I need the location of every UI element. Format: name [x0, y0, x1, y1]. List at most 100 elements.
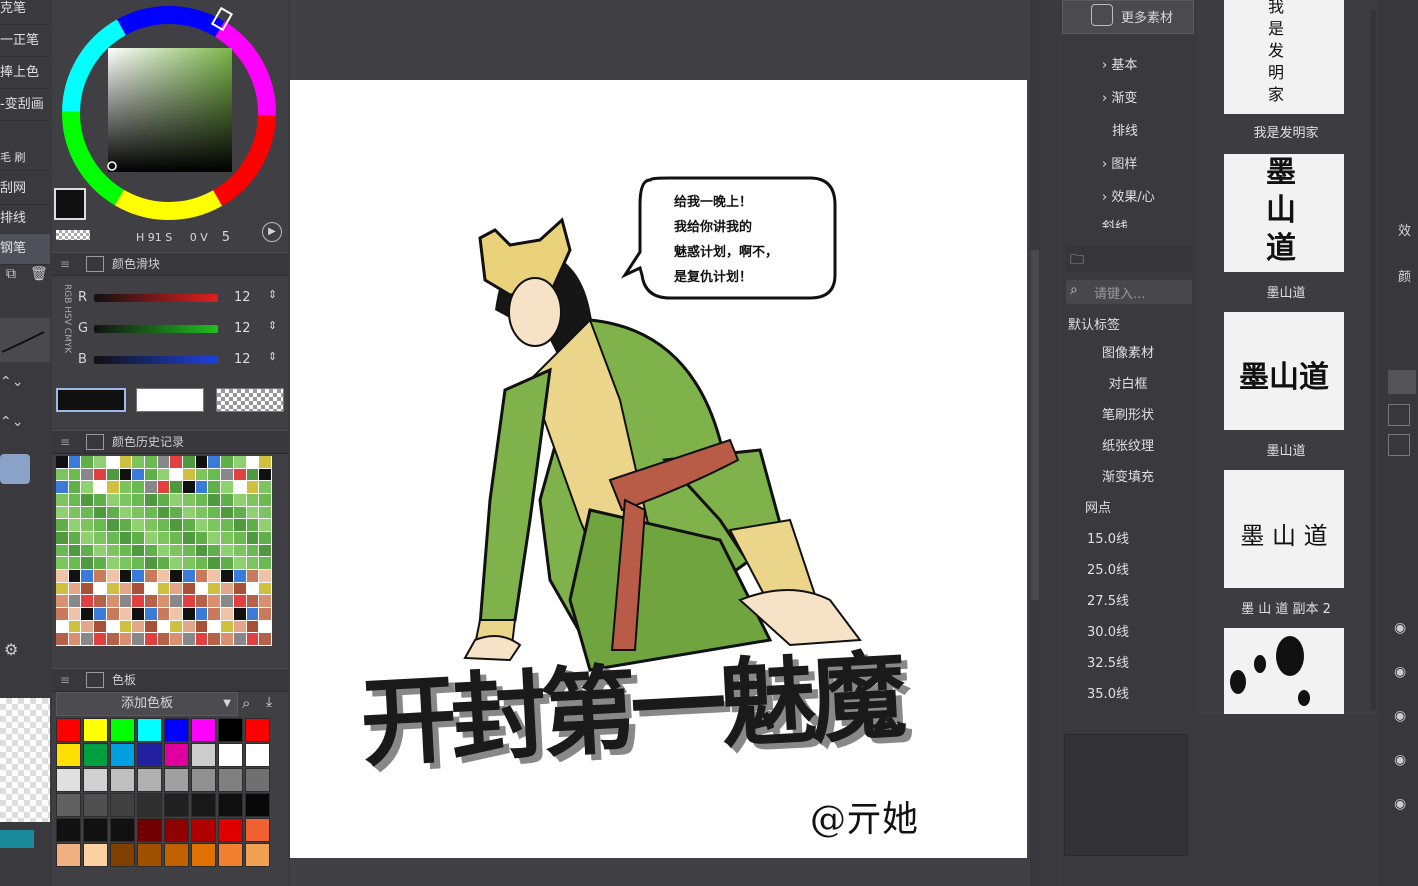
history-swatch[interactable] — [68, 456, 81, 468]
history-swatch[interactable] — [221, 570, 233, 582]
history-swatch[interactable] — [144, 544, 157, 557]
tool-item-0[interactable]: 克笔 — [0, 0, 50, 25]
sub-color-bar[interactable] — [136, 388, 204, 412]
history-swatch[interactable] — [221, 519, 233, 531]
history-swatch[interactable] — [157, 544, 170, 557]
history-swatch[interactable] — [68, 519, 81, 531]
history-swatch[interactable] — [170, 582, 183, 595]
brush-tip-preview[interactable] — [0, 454, 30, 484]
palette-swatch[interactable] — [110, 743, 135, 767]
thumbnail-3[interactable]: 墨 山 道 — [1224, 470, 1344, 588]
history-swatch[interactable] — [119, 570, 132, 582]
palette-swatch[interactable] — [83, 843, 108, 867]
history-swatch[interactable] — [170, 506, 183, 519]
palette-swatch[interactable] — [56, 743, 81, 767]
history-swatch[interactable] — [119, 519, 132, 531]
history-swatch[interactable] — [56, 582, 68, 595]
g-value[interactable]: 12 — [234, 321, 251, 336]
tree-item-5[interactable]: 斜线 — [1102, 214, 1128, 228]
history-swatch[interactable] — [195, 608, 208, 620]
history-swatch[interactable] — [144, 494, 157, 506]
history-swatch[interactable] — [221, 494, 233, 506]
history-swatch[interactable] — [183, 608, 195, 620]
history-swatch[interactable] — [221, 595, 233, 607]
history-swatch[interactable] — [170, 456, 183, 468]
history-swatch[interactable] — [81, 494, 94, 506]
palette-swatch[interactable] — [56, 818, 81, 842]
far-right-button[interactable] — [1388, 370, 1416, 394]
history-swatch[interactable] — [132, 608, 144, 620]
history-swatch[interactable] — [94, 519, 106, 531]
history-swatch[interactable] — [208, 456, 221, 468]
history-swatch[interactable] — [208, 519, 221, 531]
history-swatch[interactable] — [246, 468, 259, 481]
history-swatch[interactable] — [259, 506, 271, 519]
history-swatch[interactable] — [183, 544, 195, 557]
canvas-scroll-thumb[interactable] — [1031, 250, 1039, 600]
search-palette-icon[interactable]: ⌕ — [242, 694, 250, 712]
history-swatch[interactable] — [246, 620, 259, 633]
history-swatch[interactable] — [195, 620, 208, 633]
main-color-bar[interactable] — [56, 388, 126, 412]
thumbnail-2[interactable]: 墨山道 — [1224, 312, 1344, 430]
more-materials-button[interactable]: 更多素材 — [1062, 0, 1194, 34]
history-swatch[interactable] — [183, 557, 195, 569]
history-swatch[interactable] — [81, 570, 94, 582]
history-swatch[interactable] — [246, 557, 259, 569]
eye-icon[interactable]: ◉ — [1394, 708, 1406, 724]
history-swatch[interactable] — [132, 532, 144, 544]
history-swatch[interactable] — [144, 620, 157, 633]
palette-swatch[interactable] — [83, 818, 108, 842]
history-swatch[interactable] — [144, 557, 157, 569]
palette-swatch[interactable] — [164, 718, 189, 742]
palette-swatch[interactable] — [137, 768, 162, 792]
history-swatch[interactable] — [246, 544, 259, 557]
palette-swatch[interactable] — [56, 718, 81, 742]
history-swatch[interactable] — [208, 582, 221, 595]
history-swatch[interactable] — [56, 570, 68, 582]
history-swatch[interactable] — [106, 506, 119, 519]
history-swatch[interactable] — [246, 608, 259, 620]
history-swatch[interactable] — [81, 468, 94, 481]
history-swatch[interactable] — [246, 456, 259, 468]
history-swatch[interactable] — [195, 557, 208, 569]
history-swatch[interactable] — [221, 481, 233, 493]
history-swatch[interactable] — [208, 481, 221, 493]
history-swatch[interactable] — [259, 544, 271, 557]
palette-grid[interactable] — [56, 718, 272, 868]
palette-swatch[interactable] — [83, 768, 108, 792]
history-swatch[interactable] — [132, 544, 144, 557]
history-swatch[interactable] — [183, 519, 195, 531]
history-swatch[interactable] — [68, 532, 81, 544]
color-history-grid[interactable] — [56, 456, 272, 646]
menu-icon[interactable]: ≡ — [60, 253, 70, 275]
history-swatch[interactable] — [68, 595, 81, 607]
color-wheel[interactable] — [56, 0, 282, 226]
tool-item-1[interactable]: 一正笔 — [0, 26, 50, 57]
history-swatch[interactable] — [195, 595, 208, 607]
history-swatch[interactable] — [68, 481, 81, 493]
history-swatch[interactable] — [144, 456, 157, 468]
palette-swatch[interactable] — [218, 818, 243, 842]
history-swatch[interactable] — [246, 532, 259, 544]
history-swatch[interactable] — [94, 570, 106, 582]
tree-item-4[interactable]: › 效果/心 — [1102, 184, 1155, 212]
r-slider[interactable] — [94, 294, 218, 302]
tag-item[interactable]: 纸张纹理 — [1068, 433, 1188, 461]
history-swatch[interactable] — [259, 557, 271, 569]
history-swatch[interactable] — [157, 468, 170, 481]
history-swatch[interactable] — [94, 506, 106, 519]
eye-icon[interactable]: ◉ — [1394, 796, 1406, 812]
history-swatch[interactable] — [259, 633, 271, 645]
tag-item[interactable]: 图像素材 — [1068, 340, 1188, 368]
history-swatch[interactable] — [68, 608, 81, 620]
palette-swatch[interactable] — [83, 793, 108, 817]
history-swatch[interactable] — [246, 633, 259, 645]
history-swatch[interactable] — [81, 456, 94, 468]
history-swatch[interactable] — [132, 582, 144, 595]
history-swatch[interactable] — [183, 620, 195, 633]
history-swatch[interactable] — [221, 582, 233, 595]
history-swatch[interactable] — [68, 620, 81, 633]
history-swatch[interactable] — [233, 570, 246, 582]
thumbnail-4[interactable] — [1224, 628, 1344, 714]
